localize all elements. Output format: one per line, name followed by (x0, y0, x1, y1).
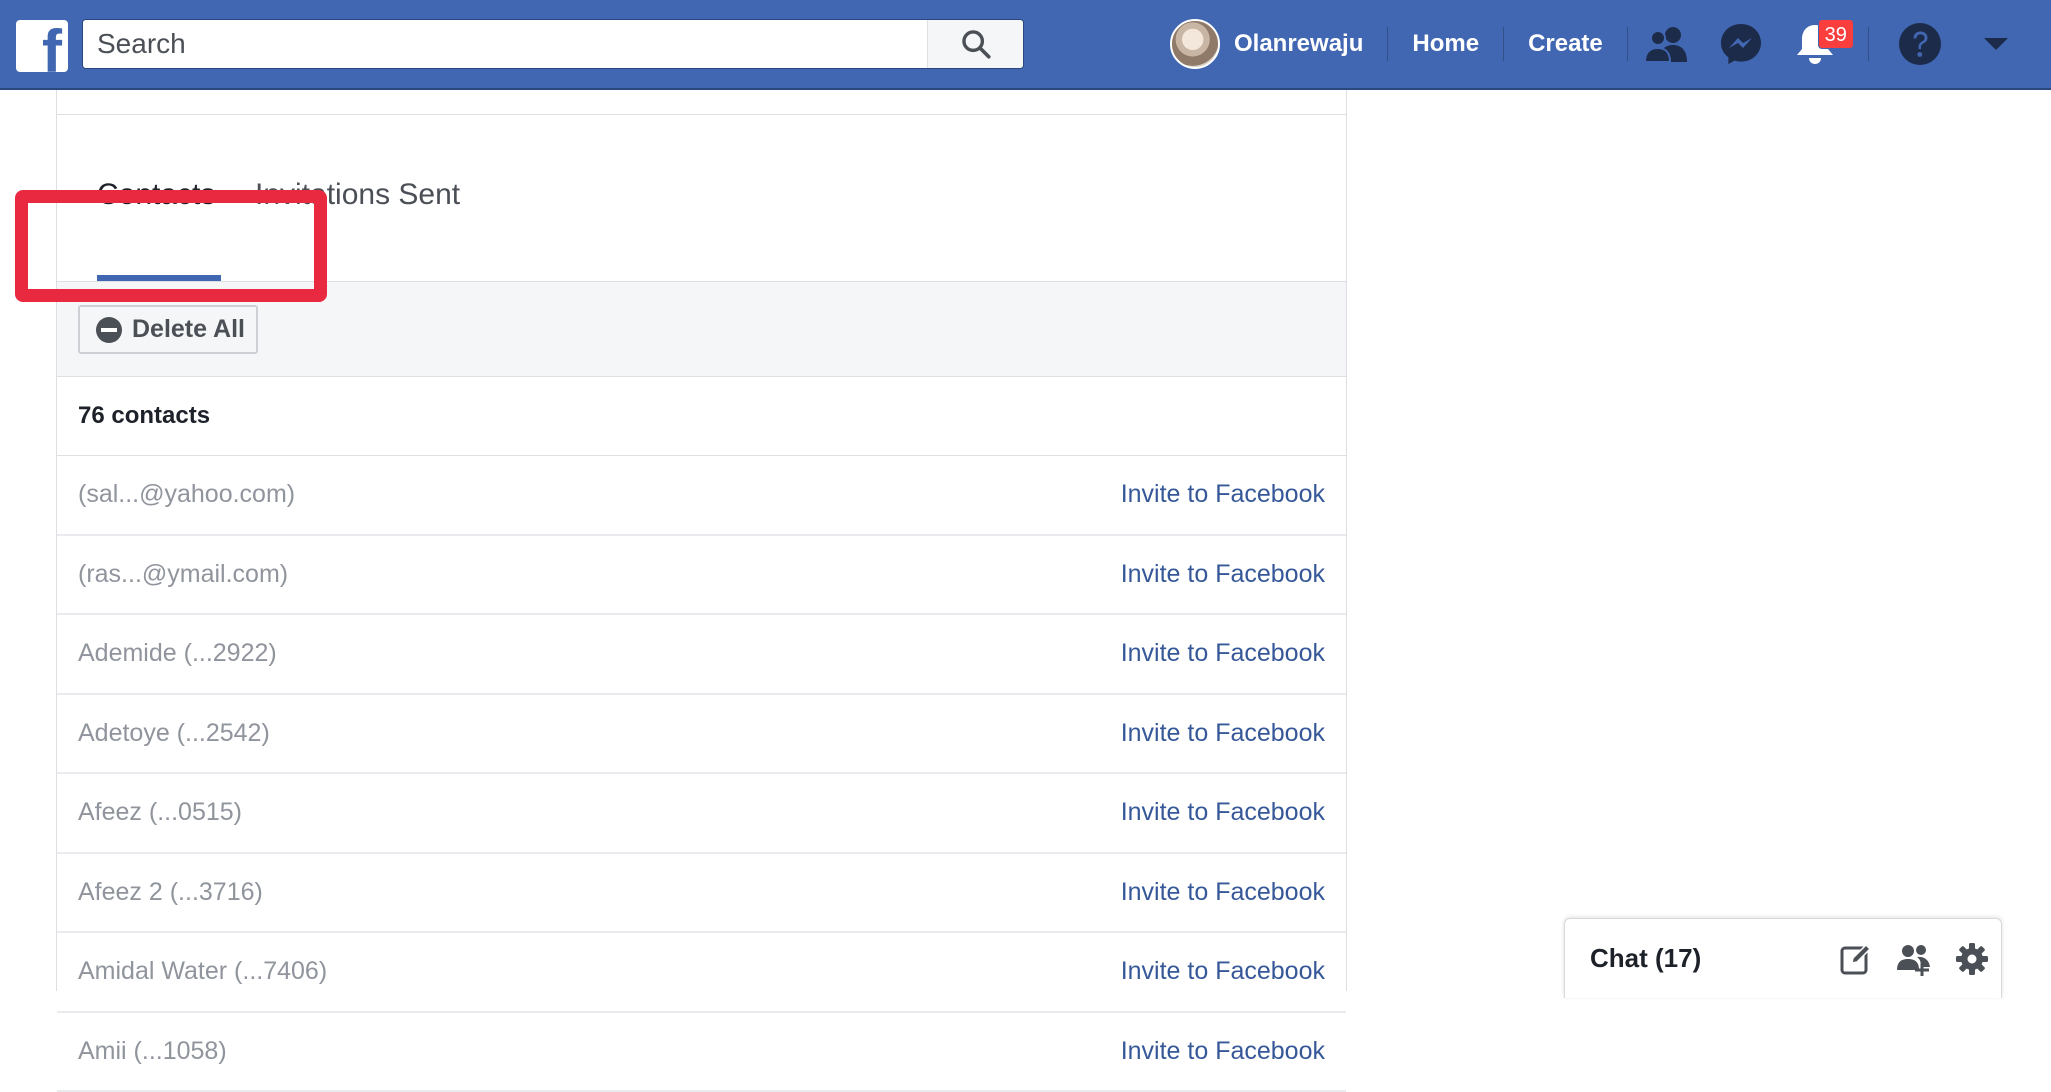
friends-icon (1643, 24, 1691, 64)
messenger-icon (1718, 21, 1764, 67)
contact-name: Ademide (...2922) (78, 639, 277, 668)
contacts-panel: Contacts Invitations Sent Delete All 76 … (56, 90, 1347, 991)
invite-link[interactable]: Invite to Facebook (1121, 878, 1325, 907)
invite-link[interactable]: Invite to Facebook (1121, 560, 1325, 589)
create-link[interactable]: Create (1504, 24, 1627, 64)
list-item: Adetoye (...2542) Invite to Facebook (57, 695, 1346, 775)
invite-link[interactable]: Invite to Facebook (1121, 480, 1325, 509)
search-icon (959, 27, 993, 61)
delete-all-label: Delete All (132, 315, 245, 344)
contacts-count: 76 contacts (57, 377, 1346, 456)
facebook-logo[interactable]: f (16, 20, 68, 72)
tab-invitations-sent[interactable]: Invitations Sent (255, 115, 460, 281)
nav-right: Olanrewaju Home Create 39 (1170, 0, 2027, 88)
contact-name: Amidal Water (...7406) (78, 957, 327, 986)
top-navigation-bar: f Olanrewaju Home Create (0, 0, 2051, 90)
invite-link[interactable]: Invite to Facebook (1121, 957, 1325, 986)
compose-icon (1839, 942, 1873, 976)
invite-link[interactable]: Invite to Facebook (1121, 798, 1325, 827)
list-item: (sal...@yahoo.com) Invite to Facebook (57, 456, 1346, 536)
contact-name: Amii (...1058) (78, 1037, 227, 1066)
messenger-button[interactable] (1712, 15, 1770, 73)
search-input[interactable] (83, 20, 925, 68)
list-item: Amidal Water (...7406) Invite to Faceboo… (57, 933, 1346, 1013)
contact-name: Afeez 2 (...3716) (78, 878, 263, 907)
search-button[interactable] (927, 20, 1023, 68)
chat-title: Chat (17) (1590, 943, 1827, 974)
tabs: Contacts Invitations Sent (57, 115, 1346, 281)
invite-link[interactable]: Invite to Facebook (1121, 1037, 1325, 1066)
minus-circle-icon (96, 317, 122, 343)
list-item: Afeez 2 (...3716) Invite to Facebook (57, 854, 1346, 934)
chat-settings-button[interactable] (1943, 929, 2001, 989)
tab-contacts-label: Contacts (97, 178, 215, 212)
home-link[interactable]: Home (1388, 24, 1503, 64)
new-group-button[interactable] (1885, 929, 1943, 989)
friend-requests-button[interactable] (1638, 15, 1696, 73)
notifications-button[interactable]: 39 (1786, 15, 1844, 73)
tab-invitations-sent-label: Invitations Sent (255, 178, 460, 212)
search-box (82, 19, 1024, 69)
contact-name: (sal...@yahoo.com) (78, 480, 295, 509)
chat-bar[interactable]: Chat (17) (1564, 918, 2002, 998)
account-menu-button[interactable] (1967, 15, 2025, 73)
contacts-toolbar: Delete All (57, 282, 1346, 377)
new-message-button[interactable] (1827, 929, 1885, 989)
invite-link[interactable]: Invite to Facebook (1121, 719, 1325, 748)
help-icon (1897, 21, 1943, 67)
list-item: Afeez (...0515) Invite to Facebook (57, 774, 1346, 854)
group-add-icon (1895, 942, 1933, 976)
list-item: Ademide (...2922) Invite to Facebook (57, 615, 1346, 695)
notification-badge: 39 (1818, 19, 1854, 49)
nav-divider (1868, 27, 1869, 61)
contact-list: (sal...@yahoo.com) Invite to Facebook (r… (57, 456, 1346, 1092)
list-item: Amii (...1058) Invite to Facebook (57, 1013, 1346, 1092)
nav-divider (1627, 27, 1628, 61)
profile-link[interactable]: Olanrewaju (1234, 24, 1387, 64)
invite-link[interactable]: Invite to Facebook (1121, 639, 1325, 668)
gear-icon (1955, 942, 1989, 976)
caret-down-icon (1982, 35, 2010, 53)
avatar[interactable] (1170, 19, 1220, 69)
delete-all-button[interactable]: Delete All (78, 305, 258, 354)
contact-name: Adetoye (...2542) (78, 719, 270, 748)
list-item: (ras...@ymail.com) Invite to Facebook (57, 536, 1346, 616)
help-button[interactable] (1891, 15, 1949, 73)
panel-top-strip (57, 90, 1346, 115)
facebook-logo-letter: f (42, 22, 62, 72)
contacts-count-label: 76 contacts (78, 402, 210, 430)
tab-contacts[interactable]: Contacts (97, 115, 221, 281)
contact-name: (ras...@ymail.com) (78, 560, 288, 589)
contact-name: Afeez (...0515) (78, 798, 242, 827)
